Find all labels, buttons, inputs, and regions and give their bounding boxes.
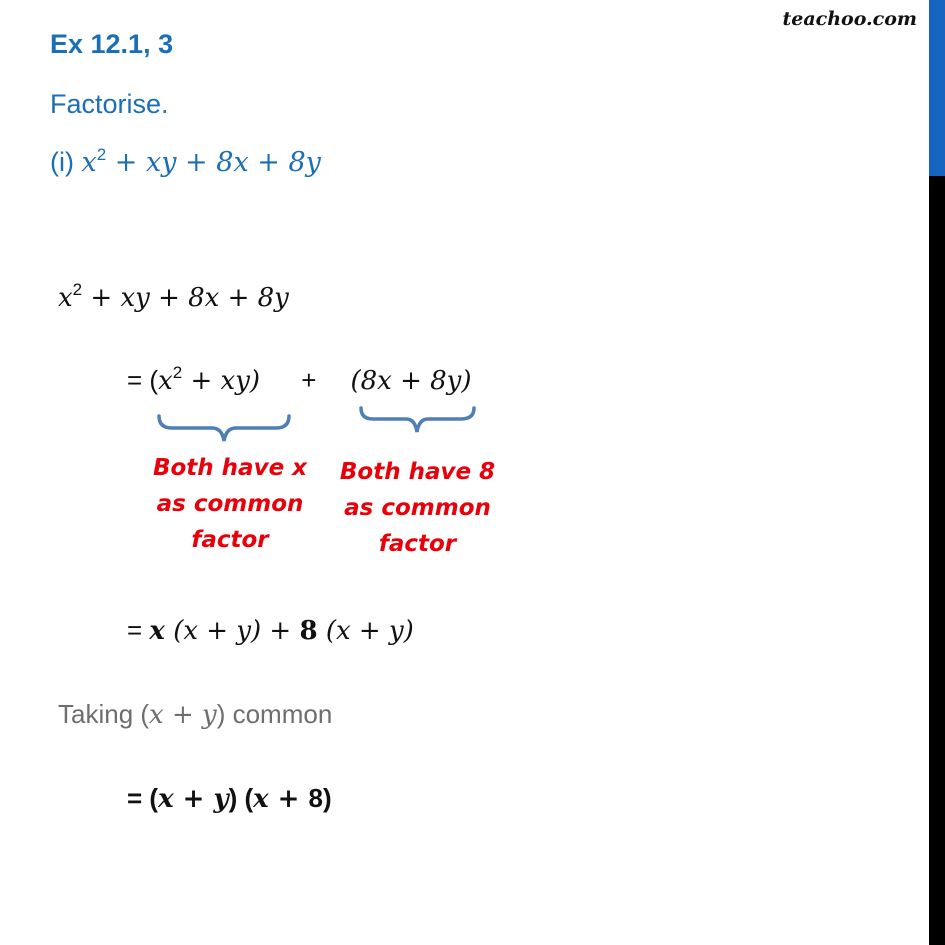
question-rest: + xy + 8x + 8y <box>106 147 321 178</box>
step1-x: x <box>58 283 73 313</box>
step-factor-out: = x (x + y) + 8 (x + y) <box>127 615 414 646</box>
teachoo-watermark: teachoo.com <box>782 8 917 30</box>
step-grouping: = (x2 + xy) + (8x + 8y) <box>127 363 472 396</box>
question-x: x <box>81 147 97 178</box>
step-expression: x2 + xy + 8x + 8y <box>58 280 289 313</box>
group1-x: x <box>158 366 173 396</box>
taking-before: Taking ( <box>58 699 150 729</box>
factor-8: 8 <box>299 616 318 646</box>
brace-group2-icon <box>359 406 476 433</box>
question-exponent: 2 <box>96 145 107 164</box>
scrollbar-thumb[interactable] <box>929 0 945 176</box>
final-expr2: x + <box>253 784 309 814</box>
group1-exponent: 2 <box>172 363 183 382</box>
question-label: (i) <box>50 147 74 177</box>
factor-part2: (x + y) <box>317 616 414 646</box>
final-eq: = ( <box>127 783 159 813</box>
annotation-8-common: Both have 8 as common factor <box>339 459 496 557</box>
instruction-text: Factorise. <box>50 89 169 119</box>
step1-rest: + xy + 8x + 8y <box>82 283 289 313</box>
grouping-plus: + <box>301 365 317 395</box>
factor-part1: (x + y) + <box>164 616 300 646</box>
annotation-x-common: Both have x as common factor <box>152 455 308 553</box>
final-mid: ) ( <box>228 783 254 813</box>
step1-exponent: 2 <box>72 280 83 299</box>
brace-group1-icon <box>157 414 291 442</box>
group2: (8x + 8y) <box>350 366 472 396</box>
factor-x: x <box>149 616 165 646</box>
grouping-prefix: = ( <box>127 365 159 395</box>
question-expression: (i) x2 + xy + 8x + 8y <box>50 145 321 178</box>
group1-rest: + xy) <box>182 366 261 396</box>
final-answer: = (x + y) (x + 8) <box>127 783 332 814</box>
factor-eq: = <box>127 615 150 645</box>
taking-expr: x + y <box>149 700 217 730</box>
final-expr1: x + y <box>158 784 229 814</box>
taking-common-note: Taking (x + y) common <box>58 699 332 730</box>
final-end: 8) <box>308 783 332 813</box>
exercise-title: Ex 12.1, 3 <box>50 29 174 59</box>
taking-after: ) common <box>216 699 333 729</box>
